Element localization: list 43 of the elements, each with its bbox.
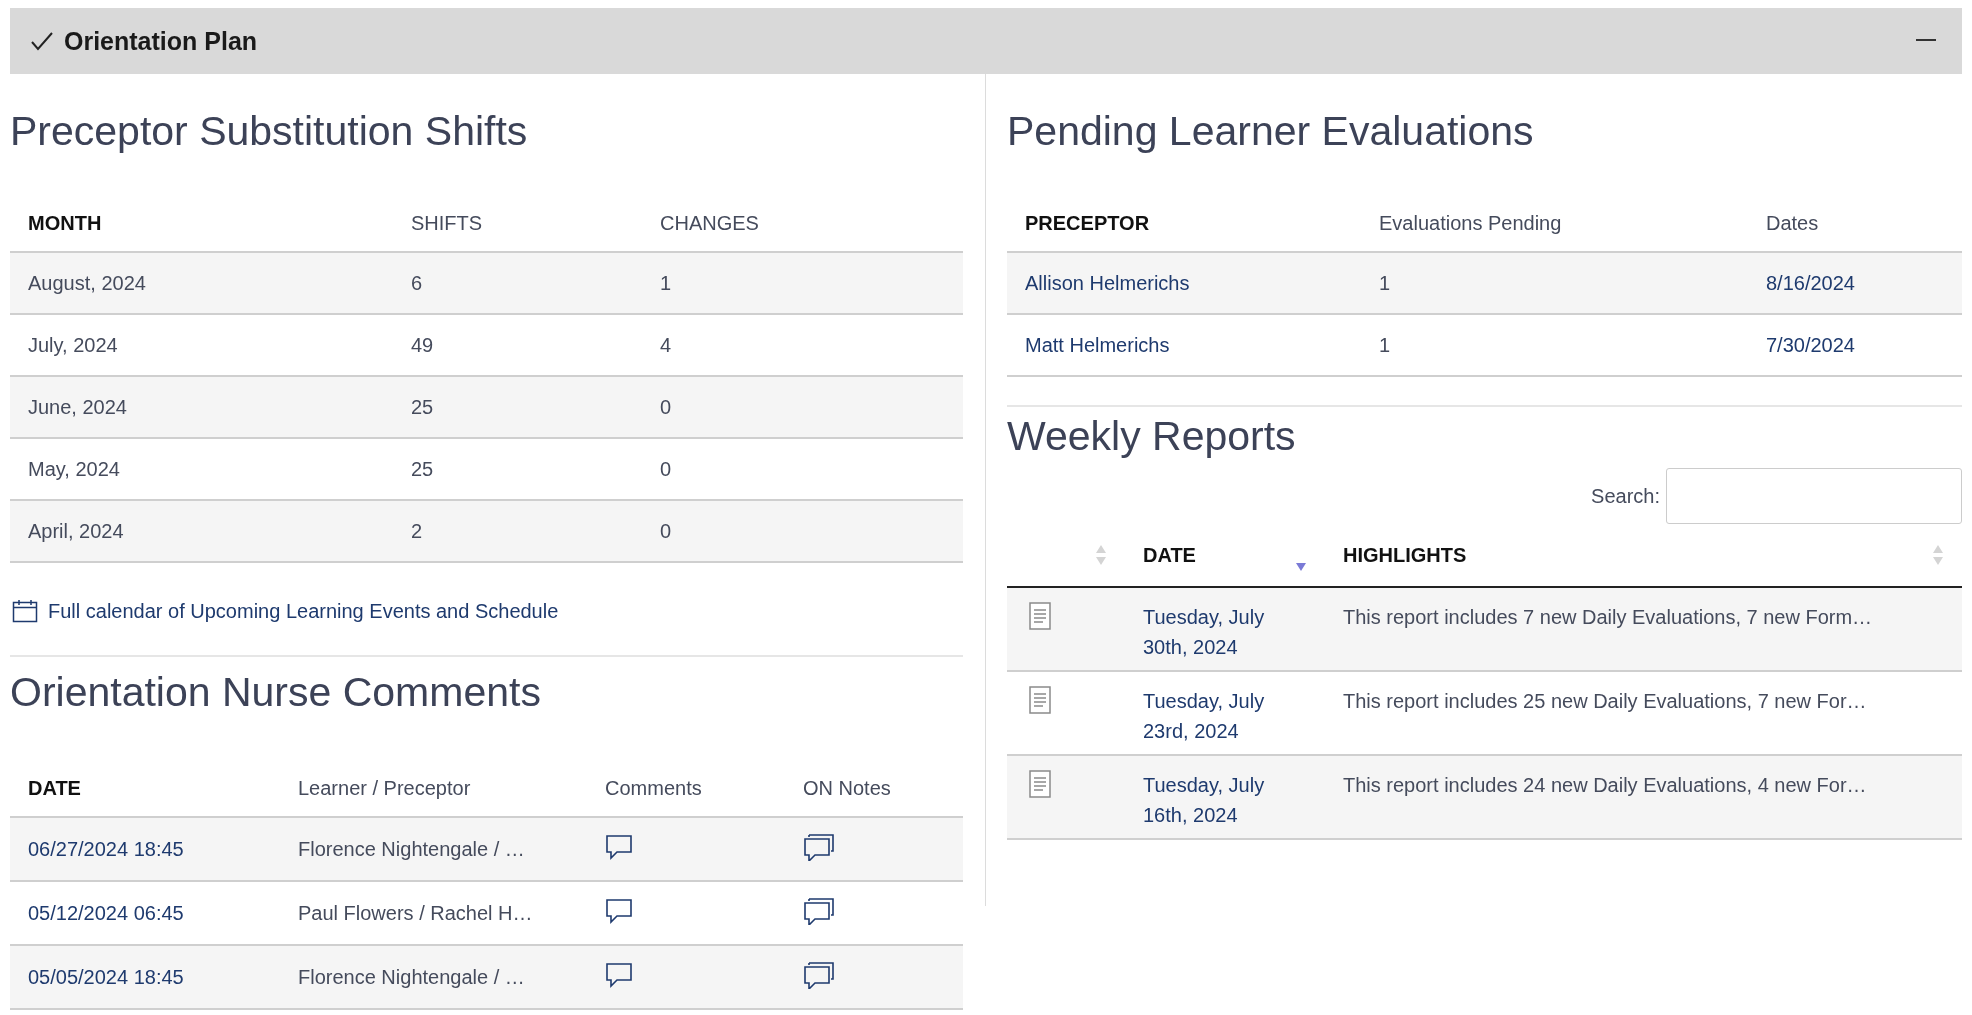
comment-icon[interactable] bbox=[605, 897, 633, 924]
date-link[interactable]: 06/27/2024 18:45 bbox=[10, 817, 280, 881]
stacked-comments-icon[interactable] bbox=[803, 832, 835, 861]
stacked-comments-icon[interactable] bbox=[803, 896, 835, 925]
column-header[interactable]: HIGHLIGHTS bbox=[1343, 543, 1467, 567]
date-link[interactable]: 7/30/2024 bbox=[1748, 314, 1962, 376]
date-link[interactable]: 8/16/2024 bbox=[1748, 252, 1962, 314]
table-cell: 1 bbox=[1361, 252, 1748, 314]
stacked-comments-icon[interactable] bbox=[803, 960, 835, 989]
section-heading: Preceptor Substitution Shifts bbox=[10, 108, 529, 155]
table-cell: June, 2024 bbox=[10, 376, 393, 438]
preceptor-link[interactable]: Allison Helmerichs bbox=[1007, 252, 1361, 314]
check-icon bbox=[30, 31, 54, 51]
table-cell: 0 bbox=[642, 376, 963, 438]
panel-header[interactable]: Orientation Plan bbox=[10, 8, 1962, 74]
section-heading: Pending Learner Evaluations bbox=[1007, 108, 1535, 155]
table-cell: 25 bbox=[393, 376, 642, 438]
panel-title: Orientation Plan bbox=[64, 26, 259, 56]
table-cell: Florence Nightengale / … bbox=[280, 945, 587, 1009]
table-cell: August, 2024 bbox=[10, 252, 393, 314]
table-cell: 0 bbox=[642, 500, 963, 562]
date-link[interactable]: Tuesday, July 16th, 2024 bbox=[1125, 755, 1325, 839]
section-heading: Weekly Reports bbox=[1007, 413, 1297, 460]
table-cell: 6 bbox=[393, 252, 642, 314]
minus-icon bbox=[1916, 39, 1936, 43]
calendar-icon bbox=[12, 599, 38, 623]
table-cell: 1 bbox=[1361, 314, 1748, 376]
date-link[interactable]: 05/05/2024 18:45 bbox=[10, 945, 280, 1009]
comment-icon[interactable] bbox=[605, 961, 633, 988]
comment-icon[interactable] bbox=[605, 833, 633, 860]
column-header[interactable]: DATE bbox=[1143, 543, 1196, 567]
table-cell: This report includes 7 new Daily Evaluations, 7 new Form… bbox=[1325, 587, 1962, 671]
search-label: Search: bbox=[1591, 484, 1660, 508]
preceptor-link[interactable]: Matt Helmerichs bbox=[1007, 314, 1361, 376]
search-field[interactable] bbox=[1666, 468, 1962, 524]
date-link[interactable]: Tuesday, July 30th, 2024 bbox=[1125, 587, 1325, 671]
table-cell: 2 bbox=[393, 500, 642, 562]
section-heading: Orientation Nurse Comments bbox=[10, 669, 542, 716]
table-cell: 1 bbox=[642, 252, 963, 314]
table-cell: Florence Nightengale / … bbox=[280, 817, 587, 881]
table-cell: This report includes 24 new Daily Evaluations, 4 new For… bbox=[1325, 755, 1962, 839]
calendar-link[interactable]: Full calendar of Upcoming Learning Events and Schedule bbox=[48, 599, 559, 623]
table-cell: April, 2024 bbox=[10, 500, 393, 562]
